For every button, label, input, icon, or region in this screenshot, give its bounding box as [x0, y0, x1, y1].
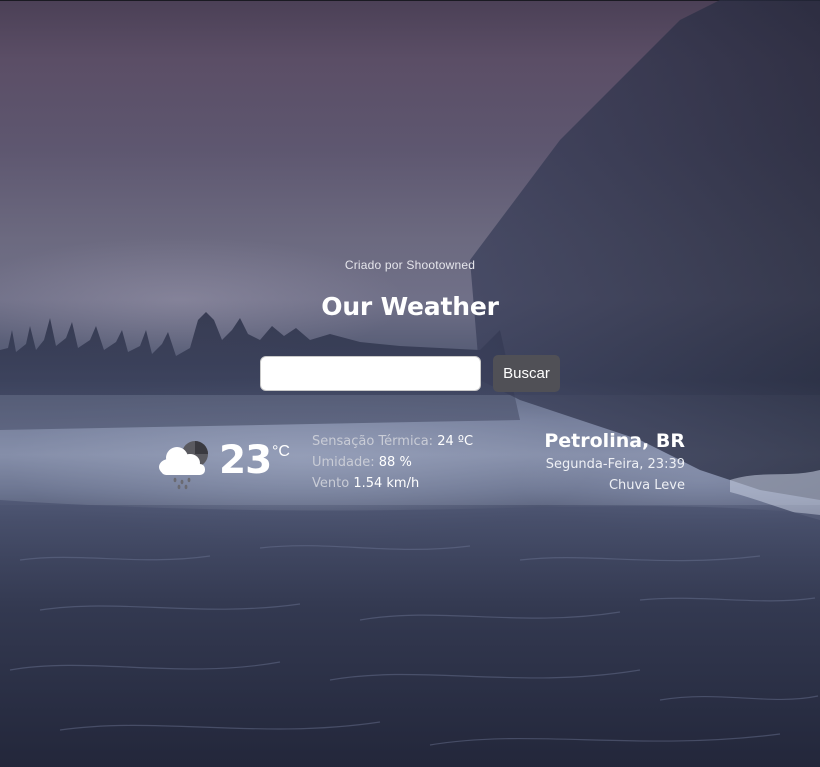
weather-condition: Chuva Leve: [608, 478, 685, 493]
wind-value: 1.54 km/h: [353, 476, 420, 491]
temperature-unit: °C: [272, 443, 290, 460]
city-name: Petrolina, BR: [544, 430, 685, 452]
app-title: Our Weather: [321, 292, 499, 321]
wind-label: Vento: [312, 476, 350, 491]
cloud-rain-icon: [159, 441, 208, 490]
date-time: Segunda-Feira, 23:39: [545, 457, 685, 472]
humidity-value: 88 %: [378, 455, 412, 470]
humidity-label: Umidade:: [312, 455, 375, 470]
search-bar: Buscar: [260, 355, 580, 395]
wind-row: Vento 1.54 km/h: [312, 473, 473, 494]
city-search-input[interactable]: [260, 356, 481, 391]
feels-like-value: 24 ºC: [437, 434, 474, 449]
credit-text: Criado por Shootowned: [344, 258, 476, 272]
location-block: Petrolina, BR Segunda-Feira, 23:39 Chuva…: [544, 428, 685, 496]
feels-like-label: Sensação Térmica:: [312, 434, 434, 449]
temperature-value: 23: [219, 438, 272, 483]
header-block: Criado por Shootowned Our Weather: [0, 258, 820, 321]
weather-details: Sensação Térmica: 24 ºC Umidade: 88 % Ve…: [312, 431, 473, 494]
humidity-row: Umidade: 88 %: [312, 452, 473, 473]
feels-like-row: Sensação Térmica: 24 ºC: [312, 431, 473, 452]
search-button[interactable]: Buscar: [493, 355, 560, 392]
